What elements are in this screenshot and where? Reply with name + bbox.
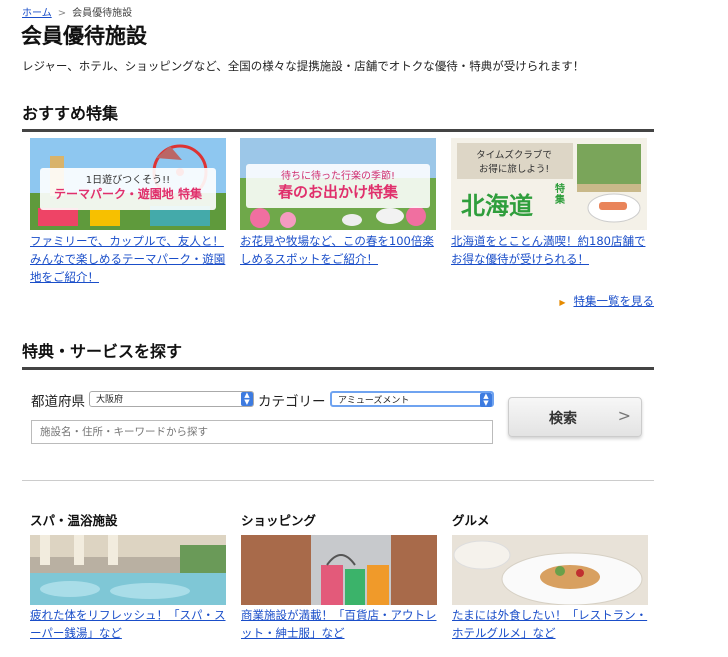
category-link-shopping[interactable]: 商業施設が満載！「百貨店・アウトレット・紳士服」など [241,606,437,642]
select-arrows-icon: ▲ ▼ [241,392,253,406]
category-link-spa[interactable]: 疲れた体をリフレッシュ！「スパ・スーパー銭湯」など [30,606,226,642]
featured-item-hokkaido: タイムズクラブで お得に旅しよう! 北海道 特集 北海道をとことん満喫！約180… [451,138,647,268]
category-image-spa[interactable] [30,535,226,605]
category-card-gourmet: グルメ たまには外食したい！「レストラン・ホテルグルメ」など [452,510,648,642]
featured-banner-line4: 特集 [555,184,565,206]
category-link-gourmet[interactable]: たまには外食したい！「レストラン・ホテルグルメ」など [452,606,648,642]
breadcrumb: ホーム > 会員優待施設 [22,4,132,19]
category-title: スパ・温浴施設 [30,513,118,528]
search-button[interactable]: 検索 > [508,397,642,437]
category-select-value: アミューズメント [338,396,410,406]
page-lead-text: レジャー、ホテル、ショッピングなど、全国の様々な提携施設・店舗でオトクな優待・特… [22,59,585,73]
featured-link-theme-park[interactable]: ファミリーで、カップルで、友人と！みんなで楽しめるテーマパーク・遊園地をご紹介！ [30,232,226,286]
search-heading: 特典・サービスを探す [22,338,654,370]
breadcrumb-home-link[interactable]: ホーム [22,8,52,19]
featured-banner-line1: 1日遊びつくそう!! [85,175,171,186]
prefecture-select-value: 大阪府 [96,395,124,405]
category-select[interactable]: アミューズメント ▲ ▼ [330,391,494,407]
chevron-right-icon: > [617,406,631,425]
category-image-shopping[interactable] [241,535,437,605]
prefecture-label: 都道府県 [31,394,85,410]
featured-banner-line1: 待ちに待った行楽の季節! [280,171,395,182]
featured-banner-line2: お得に旅しよう! [478,164,550,175]
featured-link-hokkaido[interactable]: 北海道をとことん満喫！約180店舗でお得な優待が受けられる！ [451,232,647,268]
select-arrows-icon: ▲ ▼ [480,393,492,407]
breadcrumb-separator: > [57,8,67,19]
breadcrumb-current: 会員優待施設 [72,8,133,19]
category-label: カテゴリー [258,394,326,410]
featured-item-theme-park: 1日遊びつくそう!! テーマパーク・遊園地 特集 ファミリーで、カップルで、友人… [30,138,226,286]
page-title: 会員優待施設 [21,24,147,48]
triangle-right-icon: ▶ [559,298,566,307]
featured-banner-theme-park[interactable]: 1日遊びつくそう!! テーマパーク・遊園地 特集 [30,138,226,230]
featured-banner-line1: タイムズクラブで [476,150,552,161]
search-button-label: 検索 [549,411,577,427]
category-image-gourmet[interactable] [452,535,648,605]
category-title: ショッピング [241,513,317,528]
category-card-spa: スパ・温浴施設 疲れた体をリフレッシュ！「スパ・スーパー銭湯」など [30,510,226,642]
category-title: グルメ [452,513,490,528]
featured-banner-line2: 春のお出かけ特集 [277,183,398,201]
featured-banner-spring[interactable]: 待ちに待った行楽の季節! 春のお出かけ特集 [240,138,436,230]
prefecture-select[interactable]: 大阪府 ▲ ▼ [89,391,254,407]
featured-banner-line3: 北海道 [461,192,533,220]
featured-heading: おすすめ特集 [22,100,654,132]
featured-banner-line2: テーマパーク・遊園地 特集 [54,187,202,201]
featured-item-spring: 待ちに待った行楽の季節! 春のお出かけ特集 お花見や牧場など、この春を100倍楽… [240,138,436,268]
category-card-shopping: ショッピング 商業施設が満載！「百貨店・アウトレット・紳士服」など [241,510,437,642]
keyword-search-input[interactable] [31,420,493,444]
section-divider [22,480,654,481]
feature-list-link[interactable]: 特集一覧を見る [574,294,655,308]
feature-list-more: ▶ 特集一覧を見る [559,293,654,309]
featured-banner-hokkaido[interactable]: タイムズクラブで お得に旅しよう! 北海道 特集 [451,138,647,230]
featured-link-spring[interactable]: お花見や牧場など、この春を100倍楽しめるスポットをご紹介！ [240,232,436,268]
